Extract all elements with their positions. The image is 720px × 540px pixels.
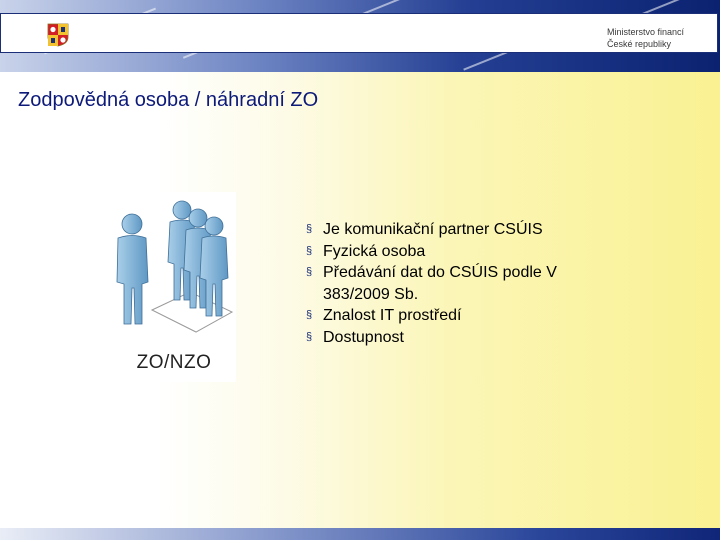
bullet-item: § Dostupnost — [306, 327, 606, 349]
bullet-text: Je komunikační partner CSÚIS — [323, 221, 543, 238]
header-bar: Ministerstvo financí České republiky — [0, 13, 718, 53]
bullet-item: § Předávání dat do CSÚIS podle V 383/2009… — [306, 262, 606, 305]
bullet-text: Znalost IT prostředí — [323, 307, 462, 324]
bullet-list: § Je komunikační partner CSÚIS § Fyzická o… — [306, 219, 606, 348]
bullet-marker: § — [306, 330, 313, 343]
bullet-marker: § — [306, 223, 313, 235]
org-name-line1: Ministerstvo financí — [607, 27, 685, 37]
page-title: Zodpovědná osoba / náhradní ZO — [18, 89, 319, 111]
bullet-item: § Znalost IT prostředí — [306, 305, 606, 327]
bullet-marker: § — [306, 309, 313, 321]
person-group-illustration: ZO/NZO — [112, 192, 236, 382]
figure-label: ZO/NZO — [136, 352, 212, 373]
org-name-line2: České republiky — [607, 39, 672, 49]
top-banner: Ministerstvo financí České republiky — [0, 0, 720, 72]
bullet-text: Fyzická osoba — [323, 242, 426, 260]
czech-coat-of-arms-icon — [47, 23, 69, 47]
bullet-item: § Je komunikační partner CSÚIS — [306, 219, 606, 241]
bullet-text: Dostupnost — [323, 328, 404, 346]
bullet-marker: § — [306, 266, 313, 278]
bullet-marker: § — [306, 244, 313, 257]
people-group-icon — [116, 200, 234, 333]
bullet-text: Předávání dat do CSÚIS podle V 383/2009 … — [323, 264, 557, 303]
bullet-item: § Fyzická osoba — [306, 241, 606, 263]
organization-name: Ministerstvo financí České republiky — [607, 26, 707, 50]
bottom-bar — [0, 528, 720, 540]
